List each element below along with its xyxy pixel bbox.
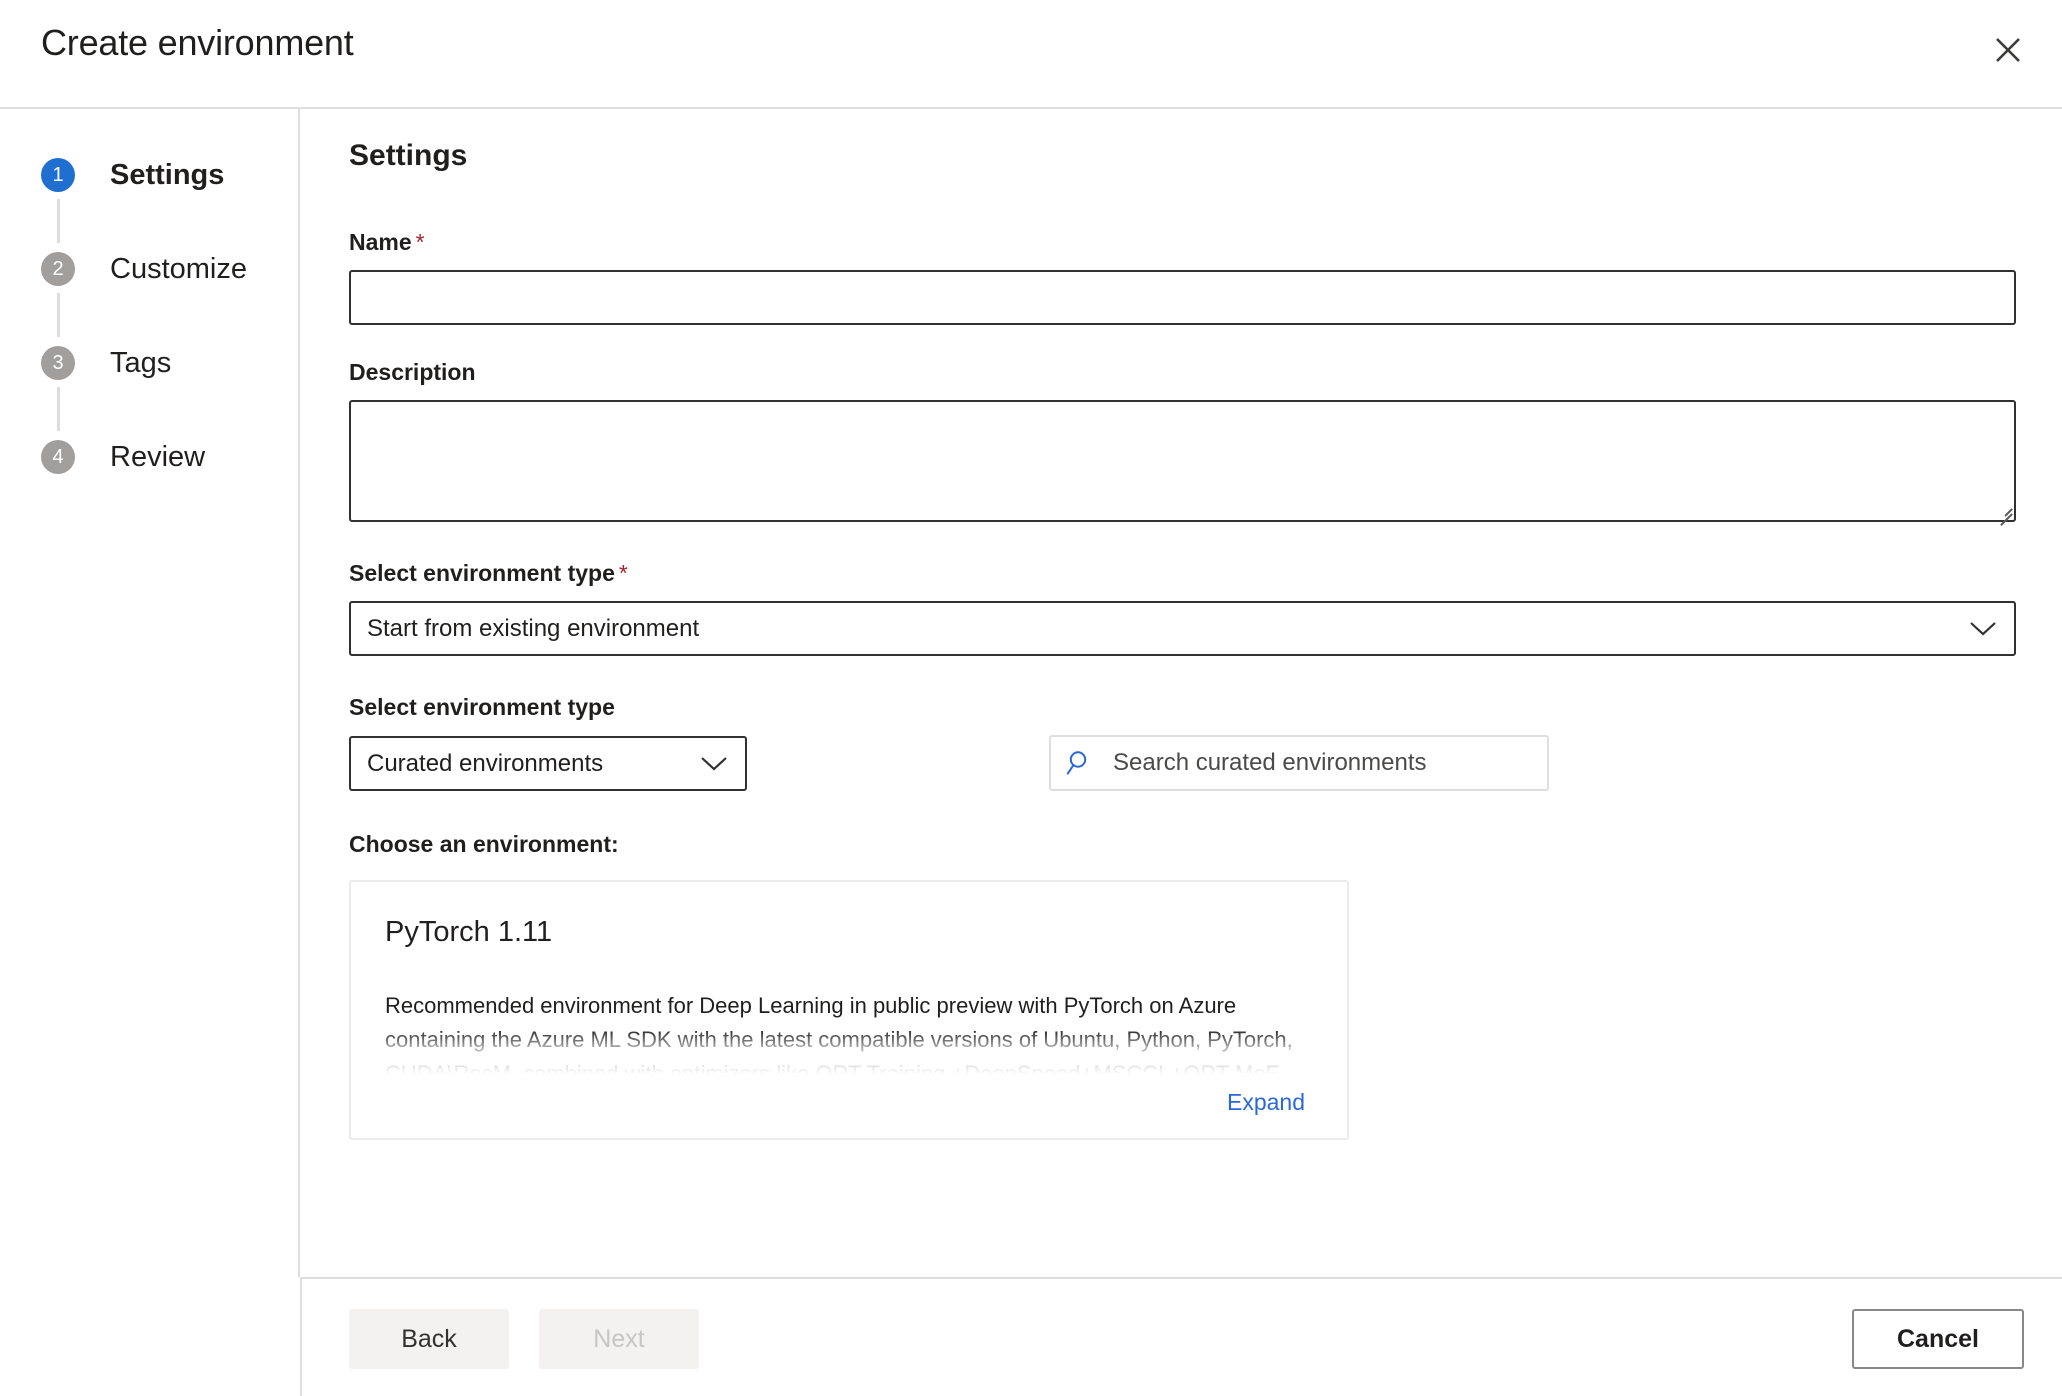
environment-type-secondary-select[interactable]: Curated environments: [349, 736, 747, 791]
sidebar-item-label: Settings: [110, 158, 225, 191]
environment-card[interactable]: PyTorch 1.11 Recommended environment for…: [349, 880, 1349, 1140]
section-title: Settings: [349, 139, 468, 172]
choose-environment-label: Choose an environment:: [349, 831, 619, 857]
step-connector: [57, 293, 60, 337]
name-field-group: Name *: [349, 229, 2016, 325]
environment-card-description: Recommended environment for Deep Learnin…: [385, 993, 1293, 1073]
settings-pane: Settings Name * Description Select envir…: [302, 109, 2062, 1277]
wizard-sidebar: 1 Settings 2 Customize 3 Tags 4 Review: [0, 109, 300, 1277]
next-button[interactable]: Next: [539, 1309, 699, 1369]
close-button[interactable]: [1980, 22, 2036, 78]
close-icon: [1991, 33, 2025, 67]
search-input[interactable]: [1111, 748, 1533, 778]
chevron-down-icon: [699, 754, 729, 774]
description-textarea[interactable]: [349, 400, 2016, 522]
description-field-group: Description: [349, 359, 2016, 526]
sidebar-item-customize[interactable]: 2 Customize: [41, 245, 281, 337]
sidebar-item-label: Customize: [110, 252, 247, 285]
sidebar-item-label: Review: [110, 440, 206, 473]
step-number-badge: 2: [41, 252, 75, 286]
sidebar-footer-strip: [0, 1277, 302, 1396]
sidebar-item-review[interactable]: 4 Review: [41, 433, 281, 481]
required-asterisk: *: [415, 229, 425, 255]
step-connector: [57, 199, 60, 243]
required-asterisk: *: [618, 560, 628, 586]
choose-environment-group: Choose an environment: PyTorch 1.11 Reco…: [349, 831, 2016, 1140]
wizard-step-list: 1 Settings 2 Customize 3 Tags 4 Review: [41, 151, 281, 481]
step-number-badge: 3: [41, 346, 75, 380]
chevron-down-icon: [1968, 619, 1998, 639]
name-label-text: Name: [349, 229, 412, 255]
name-label: Name *: [349, 229, 2016, 256]
environment-type-primary-value: Start from existing environment: [367, 614, 700, 642]
environment-type-secondary-group: Select environment type Curated environm…: [349, 694, 2016, 791]
dialog-footer: Back Next Cancel: [302, 1277, 2062, 1396]
cancel-button[interactable]: Cancel: [1852, 1309, 2024, 1369]
environment-type-secondary-value: Curated environments: [367, 749, 604, 777]
environment-type-primary-group: Select environment type * Start from exis…: [349, 560, 2016, 656]
step-number-badge: 4: [41, 440, 75, 474]
expand-link[interactable]: Expand: [1227, 1089, 1305, 1116]
dialog-header: Create environment: [0, 0, 2062, 107]
back-button[interactable]: Back: [349, 1309, 509, 1369]
step-number-badge: 1: [41, 158, 75, 192]
environment-type-primary-select[interactable]: Start from existing environment: [349, 601, 2016, 656]
sidebar-item-settings[interactable]: 1 Settings: [41, 151, 281, 243]
environment-type-secondary-label: Select environment type: [349, 694, 615, 720]
sidebar-item-tags[interactable]: 3 Tags: [41, 339, 281, 431]
step-connector: [57, 387, 60, 431]
sidebar-item-label: Tags: [110, 346, 172, 379]
environment-type-primary-label: Select environment type *: [349, 560, 2016, 587]
create-environment-dialog: Create environment 1 Settings 2 Customiz…: [0, 0, 2062, 1396]
name-input[interactable]: [349, 270, 2016, 325]
dialog-body: 1 Settings 2 Customize 3 Tags 4 Review S…: [0, 107, 2062, 1277]
page-title: Create environment: [41, 22, 354, 63]
environment-card-title: PyTorch 1.11: [385, 916, 553, 948]
environment-card-description-clip: Recommended environment for Deep Learnin…: [385, 989, 1305, 1073]
search-curated-environments-box[interactable]: [1049, 735, 1549, 791]
search-icon: [1065, 748, 1095, 778]
environment-type-primary-label-text: Select environment type: [349, 560, 615, 586]
description-label: Description: [349, 359, 476, 385]
